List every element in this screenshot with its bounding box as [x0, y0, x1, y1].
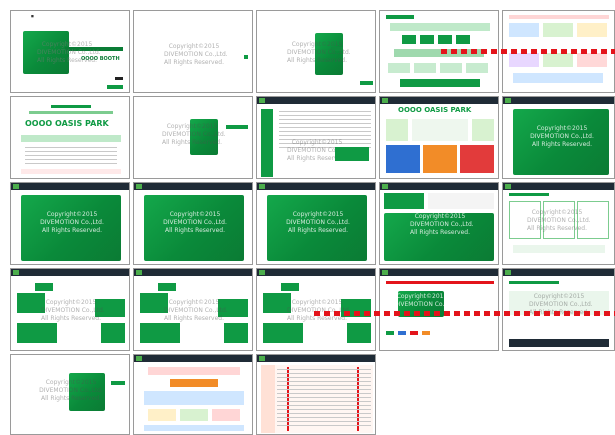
copyright-line1: Copyright©2015	[46, 211, 98, 218]
copyright-line1: Copyright©2015	[291, 41, 343, 48]
copyright-line3: All Rights Reserved.	[287, 315, 348, 322]
copyright-line3: All Rights Reserved.	[287, 57, 348, 64]
copyright-line3: All Rights Reserved.	[527, 225, 588, 232]
copyright-line2: DIVEMOTION Co.,Ltd.	[40, 219, 104, 226]
copyright-line2: DIVEMOTION Co.,Ltd.	[41, 307, 105, 314]
slide-thumb-16[interactable]: Copyright©2015 DIVEMOTION Co.,Ltd. All R…	[10, 268, 130, 351]
copyright-line3: All Rights Reserved.	[164, 315, 225, 322]
copyright-line3: All Rights Reserved.	[37, 57, 98, 64]
copyright-line1: Copyright©2015	[533, 293, 585, 300]
slide-thumb-2[interactable]: Copyright©2015 DIVEMOTION Co.,Ltd. All R…	[133, 10, 253, 93]
copyright-line3: All Rights Reserved.	[531, 141, 592, 148]
copyright-line3: All Rights Reserved.	[40, 395, 101, 402]
slide-thumb-7[interactable]: Copyright©2015 DIVEMOTION Co.,Ltd. All R…	[133, 96, 253, 179]
copyright-line1: Copyright©2015	[292, 211, 344, 218]
slide-thumb-14[interactable]: Copyright©2015 DIVEMOTION Co.,Ltd. All R…	[379, 182, 499, 265]
copyright-line2: DIVEMOTION Co.,Ltd.	[37, 49, 101, 56]
slide-thumb-23[interactable]	[256, 354, 376, 435]
copyright-line2: DIVEMOTION Co.,Ltd.	[164, 307, 228, 314]
copyright-line1: Copyright©2015	[396, 293, 448, 300]
slide-thumb-12[interactable]: Copyright©2015 DIVEMOTION Co.,Ltd. All R…	[133, 182, 253, 265]
oasis-park-title: OOOO OASIS PARK	[398, 106, 472, 114]
copyright-line2: DIVEMOTION Co.,Ltd.	[529, 301, 593, 308]
slide-thumb-10[interactable]: Copyright©2015 DIVEMOTION Co.,Ltd. All R…	[502, 96, 615, 179]
copyright-line3: All Rights Reserved.	[287, 227, 348, 234]
copyright-line3: All Rights Reserved.	[41, 315, 102, 322]
copyright-line1: Copyright©2015	[45, 379, 97, 386]
copyright-line2: DIVEMOTION Co.,Ltd.	[527, 217, 591, 224]
slide-thumb-19[interactable]: Copyright©2015 DIVEMOTION Co.,Ltd.	[379, 268, 499, 351]
copyright-line3: All Rights Reserved.	[164, 59, 225, 66]
copyright-line3: All Rights Reserved.	[164, 227, 225, 234]
slide-thumbnail-grid: ■ OOOO BOOTH Copyright©2015 DIVEMOTION C…	[0, 0, 615, 435]
copyright-line3: All Rights Reserved.	[41, 227, 102, 234]
copyright-line2: DIVEMOTION Co.,Ltd.	[162, 131, 226, 138]
slide-thumb-18[interactable]: Copyright©2015 DIVEMOTION Co.,Ltd. All R…	[256, 268, 376, 351]
slide-thumb-22[interactable]	[133, 354, 253, 435]
copyright-line2: DIVEMOTION Co.,Ltd.	[164, 51, 228, 58]
red-dotted-line	[314, 311, 615, 316]
slide-thumb-20[interactable]: Copyright©2015 DIVEMOTION Co.,Ltd. All R…	[502, 268, 615, 351]
copyright-line1: Copyright©2015	[168, 299, 220, 306]
copyright-line1: Copyright©2015	[531, 209, 583, 216]
copyright-line1: Copyright©2015	[169, 211, 221, 218]
copyright-line1: Copyright©2015	[291, 139, 343, 146]
oasis-park-title: OOOO OASIS PARK	[25, 119, 109, 128]
copyright-line1: Copyright©2015	[166, 123, 218, 130]
slide-thumb-17[interactable]: Copyright©2015 DIVEMOTION Co.,Ltd. All R…	[133, 268, 253, 351]
copyright-line1: Copyright©2015	[168, 43, 220, 50]
copyright-line2: DIVEMOTION Co.,Ltd.	[287, 49, 351, 56]
slide-thumb-11[interactable]: Copyright©2015 DIVEMOTION Co.,Ltd. All R…	[10, 182, 130, 265]
copyright-line2: DIVEMOTION Co.,Ltd.	[394, 301, 458, 308]
slide-thumb-1[interactable]: ■ OOOO BOOTH Copyright©2015 DIVEMOTION C…	[10, 10, 130, 93]
slide-thumb-8[interactable]: Copyright©2015 DIVEMOTION Co.,Ltd. All R…	[256, 96, 376, 179]
slide-thumb-6[interactable]: OOOO OASIS PARK	[10, 96, 130, 179]
copyright-line3: All Rights Reserved.	[410, 229, 471, 236]
copyright-line2: DIVEMOTION Co.,Ltd.	[286, 219, 350, 226]
copyright-line3: All Rights Reserved.	[162, 139, 223, 146]
red-dotted-line	[441, 49, 615, 54]
copyright-line2: DIVEMOTION Co.,Ltd.	[410, 221, 474, 228]
copyright-line2: DIVEMOTION Co.,Ltd.	[530, 133, 594, 140]
copyright-line1: Copyright©2015	[45, 299, 97, 306]
copyright-line1: Copyright©2015	[414, 213, 466, 220]
copyright-line1: Copyright©2015	[291, 299, 343, 306]
copyright-line2: DIVEMOTION Co.,Ltd.	[163, 219, 227, 226]
copyright-line1: Copyright©2015	[41, 41, 93, 48]
slide-thumb-9[interactable]: OOOO OASIS PARK	[379, 96, 499, 179]
copyright-line1: Copyright©2015	[536, 125, 588, 132]
slide-thumb-15[interactable]: Copyright©2015 DIVEMOTION Co.,Ltd. All R…	[502, 182, 615, 265]
slide-thumb-13[interactable]: Copyright©2015 DIVEMOTION Co.,Ltd. All R…	[256, 182, 376, 265]
slide-thumb-21[interactable]: Copyright©2015 DIVEMOTION Co.,Ltd. All R…	[10, 354, 130, 435]
copyright-line2: DIVEMOTION Co.,Ltd.	[39, 387, 103, 394]
slide-thumb-3[interactable]: Copyright©2015 DIVEMOTION Co.,Ltd. All R…	[256, 10, 376, 93]
